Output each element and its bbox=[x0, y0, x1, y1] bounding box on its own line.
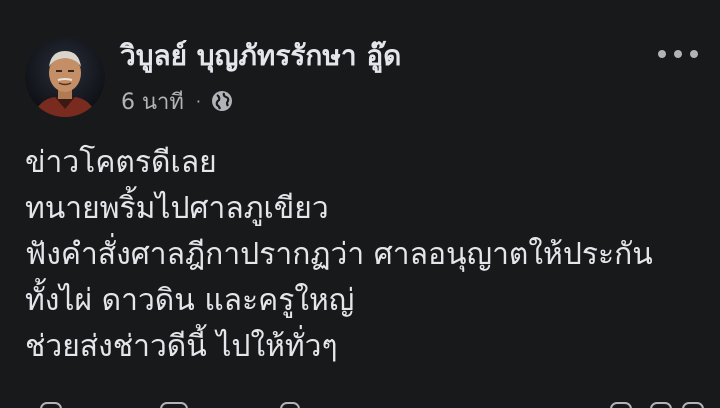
reaction-icon bbox=[610, 402, 632, 408]
post-line: ฟังคำสั่งศาลฎีกาปรากฏว่า ศาลอนุญาตให้ประ… bbox=[25, 237, 653, 272]
post-meta: 6 นาที · bbox=[121, 86, 233, 116]
more-horizontal-icon bbox=[658, 50, 698, 58]
share-icon[interactable] bbox=[280, 402, 300, 408]
more-options-button[interactable] bbox=[650, 36, 706, 72]
post-line: ทั้งไผ่ ดาวดิน และครูใหญ่ bbox=[25, 283, 355, 318]
post-line: ช่วยส่งช่าวดีนี้ ไปให้ทั่วๆ bbox=[25, 329, 338, 364]
globe-icon[interactable] bbox=[211, 90, 233, 112]
reaction-icon bbox=[682, 402, 704, 408]
post-line: ข่าวโคตรดีเลย bbox=[25, 145, 217, 180]
like-icon[interactable] bbox=[40, 402, 62, 408]
post-line: ทนายพริ้มไปศาลภูเขียว bbox=[25, 191, 329, 226]
author-name[interactable]: วิบูลย์ บุญภัทรรักษา อู๊ด bbox=[120, 36, 401, 76]
post-timestamp[interactable]: 6 นาที bbox=[121, 84, 184, 119]
comment-icon[interactable] bbox=[160, 402, 188, 408]
post-body: ข่าวโคตรดีเลย ทนายพริ้มไปศาลภูเขียว ฟังค… bbox=[25, 140, 715, 370]
avatar[interactable] bbox=[25, 37, 105, 117]
action-bar bbox=[0, 398, 720, 408]
post-card: วิบูลย์ บุญภัทรรักษา อู๊ด 6 นาที · ข่าวโ… bbox=[0, 0, 720, 408]
meta-separator: · bbox=[195, 91, 201, 111]
reaction-icon bbox=[650, 402, 672, 408]
